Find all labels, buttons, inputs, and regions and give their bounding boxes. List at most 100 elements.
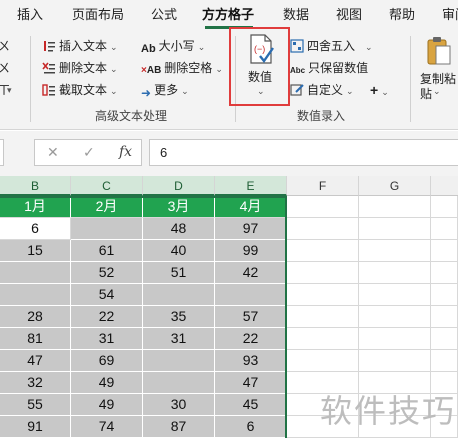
column-header-f[interactable]: F	[287, 176, 359, 196]
empty-cell[interactable]	[431, 284, 458, 306]
table-cell[interactable]: 45	[215, 394, 287, 416]
table-cell[interactable]: 51	[143, 262, 215, 284]
table-cell[interactable]: 48	[143, 218, 215, 240]
empty-cell[interactable]	[431, 196, 458, 218]
cut-text-button[interactable]: 截取文本 ⌄	[42, 80, 118, 100]
table-cell[interactable]: 30	[143, 394, 215, 416]
table-header-cell[interactable]: 4月	[215, 196, 287, 218]
column-header-c[interactable]: C	[71, 176, 143, 196]
empty-cell[interactable]	[359, 196, 431, 218]
empty-cell[interactable]	[359, 240, 431, 262]
empty-cell[interactable]	[287, 240, 359, 262]
empty-cell[interactable]	[431, 350, 458, 372]
table-cell[interactable]: 55	[0, 394, 71, 416]
more-button[interactable]: ➜ 更多 ⌄	[141, 80, 189, 100]
clipped-command-1[interactable]: ㄨ	[0, 36, 10, 56]
tab-formulas[interactable]: 公式	[151, 0, 177, 30]
table-cell[interactable]: 42	[215, 262, 287, 284]
keep-numeric-button[interactable]: Abc 只保留数值	[290, 58, 368, 78]
table-cell[interactable]: 52	[71, 262, 143, 284]
table-cell[interactable]: 74	[71, 416, 143, 438]
table-cell[interactable]	[0, 262, 71, 284]
table-cell[interactable]: 31	[71, 328, 143, 350]
tab-insert[interactable]: 插入	[17, 0, 43, 30]
insert-function-icon[interactable]: fx	[119, 144, 132, 160]
tab-help[interactable]: 帮助	[389, 0, 415, 30]
table-cell[interactable]: 31	[143, 328, 215, 350]
table-cell[interactable]: 69	[71, 350, 143, 372]
empty-cell[interactable]	[431, 218, 458, 240]
column-header-b[interactable]: B	[0, 176, 71, 196]
table-cell[interactable]	[0, 284, 71, 306]
table-cell[interactable]: 49	[71, 372, 143, 394]
clipped-command-2[interactable]: ㄨ	[0, 58, 10, 78]
table-header-cell[interactable]: 1月	[0, 196, 71, 218]
table-cell[interactable]: 49	[71, 394, 143, 416]
empty-cell[interactable]	[359, 328, 431, 350]
table-header-cell[interactable]: 2月	[71, 196, 143, 218]
tab-page-layout[interactable]: 页面布局	[72, 0, 124, 30]
chevron-down-icon[interactable]: ▾	[7, 80, 12, 100]
table-cell[interactable]: 57	[215, 306, 287, 328]
insert-text-button[interactable]: 插入文本 ⌄	[42, 36, 118, 56]
column-header-d[interactable]: D	[143, 176, 215, 196]
table-cell[interactable]: 22	[215, 328, 287, 350]
round-button[interactable]: 四舍五入 ⌄	[290, 36, 373, 56]
table-cell[interactable]: 22	[71, 306, 143, 328]
table-cell[interactable]: 40	[143, 240, 215, 262]
table-cell[interactable]: 91	[0, 416, 71, 438]
table-cell[interactable]: 93	[215, 350, 287, 372]
empty-cell[interactable]	[287, 328, 359, 350]
table-cell[interactable]: 32	[0, 372, 71, 394]
table-cell[interactable]: 81	[0, 328, 71, 350]
table-cell[interactable]: 54	[71, 284, 143, 306]
copy-paste-button[interactable]: 复制粘 贴 ⌄	[416, 34, 458, 104]
table-cell[interactable]	[143, 372, 215, 394]
table-cell[interactable]: 47	[215, 372, 287, 394]
empty-cell[interactable]	[431, 262, 458, 284]
column-header-g[interactable]: G	[359, 176, 431, 196]
confirm-icon[interactable]: ✓	[83, 144, 95, 161]
empty-cell[interactable]	[287, 284, 359, 306]
table-cell[interactable]: 87	[143, 416, 215, 438]
table-cell[interactable]: 61	[71, 240, 143, 262]
empty-cell[interactable]	[431, 306, 458, 328]
table-cell[interactable]	[71, 218, 143, 240]
delete-space-button[interactable]: ×AB 删除空格 ⌄	[141, 58, 223, 78]
table-cell[interactable]: 15	[0, 240, 71, 262]
table-cell[interactable]: 99	[215, 240, 287, 262]
empty-cell[interactable]	[287, 218, 359, 240]
column-header-e[interactable]: E	[215, 176, 287, 196]
empty-cell[interactable]	[287, 262, 359, 284]
name-box[interactable]	[0, 139, 4, 166]
tab-review[interactable]: 审阅	[442, 0, 458, 30]
active-cell[interactable]: 6	[0, 218, 71, 240]
empty-cell[interactable]	[287, 306, 359, 328]
table-cell[interactable]: 35	[143, 306, 215, 328]
tab-data[interactable]: 数据	[283, 0, 309, 30]
empty-cell[interactable]	[431, 328, 458, 350]
delete-text-button[interactable]: 删除文本 ⌄	[42, 58, 118, 78]
case-button[interactable]: Ab 大小写 ⌄	[141, 36, 205, 56]
formula-input[interactable]: 6	[149, 139, 458, 166]
empty-cell[interactable]	[359, 262, 431, 284]
empty-cell[interactable]	[431, 240, 458, 262]
empty-cell[interactable]	[287, 196, 359, 218]
custom-button[interactable]: 自定义 ⌄	[290, 80, 354, 100]
tab-view[interactable]: 视图	[336, 0, 362, 30]
column-header-h[interactable]	[431, 176, 458, 196]
cancel-icon[interactable]: ✕	[47, 144, 59, 161]
empty-cell[interactable]	[359, 284, 431, 306]
empty-cell[interactable]	[287, 350, 359, 372]
table-cell[interactable]: 6	[215, 416, 287, 438]
table-cell[interactable]	[143, 284, 215, 306]
table-cell[interactable]: 28	[0, 306, 71, 328]
table-cell[interactable]: 97	[215, 218, 287, 240]
table-cell[interactable]: 47	[0, 350, 71, 372]
table-cell[interactable]	[143, 350, 215, 372]
empty-cell[interactable]	[359, 350, 431, 372]
empty-cell[interactable]	[359, 218, 431, 240]
table-cell[interactable]	[215, 284, 287, 306]
empty-cell[interactable]	[359, 306, 431, 328]
plus-button[interactable]: + ⌄	[370, 80, 389, 100]
